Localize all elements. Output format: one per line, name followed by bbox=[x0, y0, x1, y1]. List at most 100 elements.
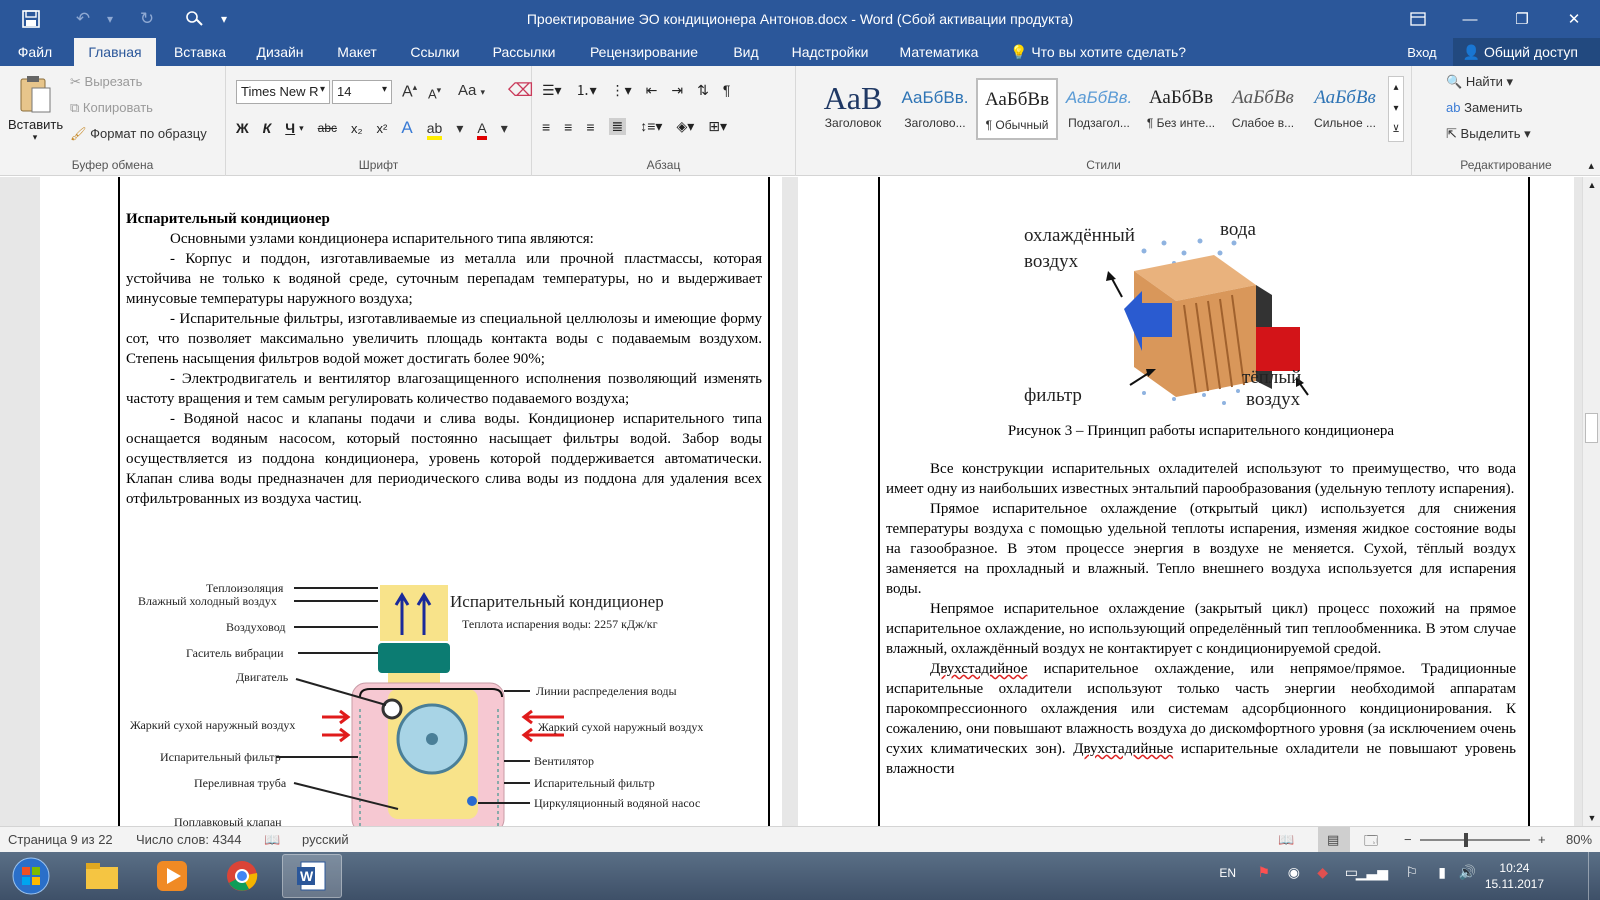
font-size-input[interactable]: 14 ▾ bbox=[332, 80, 392, 104]
scroll-up-icon[interactable]: ▲ bbox=[1583, 177, 1600, 193]
increase-indent-icon[interactable]: ⇥ bbox=[671, 82, 683, 99]
zoom-slider-thumb[interactable] bbox=[1464, 833, 1468, 847]
power-icon[interactable]: ▮ bbox=[1438, 864, 1446, 881]
replace-button[interactable]: ab Заменить bbox=[1446, 100, 1523, 115]
styles-gallery-scroll[interactable]: ▴ ▾ ⊻ bbox=[1388, 76, 1404, 142]
strikethrough-button[interactable]: abc bbox=[318, 121, 337, 135]
subscript-button[interactable]: x₂ bbox=[351, 121, 363, 136]
tab-references[interactable]: Ссылки bbox=[398, 38, 472, 66]
shading-icon[interactable]: ◈▾ bbox=[676, 118, 694, 135]
flag-icon[interactable]: ⚑ bbox=[1257, 864, 1270, 881]
tab-design[interactable]: Дизайн bbox=[244, 38, 316, 66]
print-layout-icon[interactable]: ▤ bbox=[1318, 827, 1350, 853]
underline-button[interactable]: Ч bbox=[285, 120, 295, 136]
media-player-taskbar-icon[interactable] bbox=[142, 854, 202, 898]
align-center-icon[interactable]: ≡ bbox=[564, 119, 572, 135]
web-layout-icon[interactable]: 🗔 bbox=[1364, 832, 1378, 854]
tab-layout[interactable]: Макет bbox=[322, 38, 392, 66]
show-desktop-button[interactable] bbox=[1588, 852, 1600, 900]
sort-icon[interactable]: ⇅ bbox=[697, 82, 709, 99]
bold-button[interactable]: Ж bbox=[236, 120, 249, 136]
pilcrow-icon[interactable]: ¶ bbox=[723, 82, 731, 98]
style-intense-emphasis[interactable]: АаБбВв Сильное ... bbox=[1304, 78, 1386, 140]
clock[interactable]: 10:24 15.11.2017 bbox=[1485, 860, 1544, 892]
clear-formatting-icon[interactable]: ⌫ bbox=[508, 80, 533, 101]
tell-me-box[interactable]: 💡 Что вы хотите сделать? bbox=[1010, 38, 1200, 66]
justify-icon[interactable]: ≣ bbox=[608, 118, 627, 135]
multilevel-list-icon[interactable]: ⋮▾ bbox=[611, 82, 632, 99]
tab-insert[interactable]: Вставка bbox=[162, 38, 238, 66]
text-effects-icon[interactable]: A bbox=[401, 118, 412, 138]
document-area[interactable]: Испарительный кондиционер Основными узла… bbox=[0, 177, 1600, 826]
page-counter[interactable]: Страница 9 из 22 bbox=[8, 832, 113, 847]
flag-tray-icon[interactable]: ⚐ bbox=[1405, 864, 1418, 881]
tab-view[interactable]: Вид bbox=[718, 38, 774, 66]
proofing-icon[interactable]: 📖 bbox=[264, 832, 280, 848]
bullets-icon[interactable]: ☰▾ bbox=[542, 82, 562, 99]
style-normal[interactable]: АаБбВв ¶ Обычный bbox=[976, 78, 1058, 140]
tab-mailings[interactable]: Рассылки bbox=[478, 38, 570, 66]
align-right-icon[interactable]: ≡ bbox=[586, 119, 594, 135]
zoom-level[interactable]: 80% bbox=[1566, 832, 1592, 847]
word-taskbar-icon[interactable]: W bbox=[282, 854, 342, 898]
tab-home[interactable]: Главная bbox=[74, 38, 156, 66]
style-subtitle[interactable]: АаБбВв. Подзагол... bbox=[1058, 78, 1140, 140]
superscript-button[interactable]: x² bbox=[377, 121, 388, 136]
language[interactable]: русский bbox=[302, 832, 349, 847]
zoom-out-button[interactable]: − bbox=[1404, 832, 1412, 847]
underline-dropdown-icon[interactable]: ▾ bbox=[299, 123, 304, 134]
language-indicator[interactable]: EN bbox=[1219, 866, 1236, 880]
change-case-button[interactable]: Aa ▾ bbox=[458, 82, 485, 99]
paste-dropdown-icon[interactable]: ▾ bbox=[8, 132, 62, 143]
chrome-taskbar-icon[interactable] bbox=[212, 854, 272, 898]
italic-button[interactable]: К bbox=[263, 120, 272, 136]
volume-icon[interactable]: 🔊 bbox=[1459, 864, 1476, 881]
cut-button[interactable]: ✂ Вырезать bbox=[70, 74, 142, 90]
copy-button[interactable]: ⧉ Копировать bbox=[70, 100, 153, 116]
explorer-taskbar-icon[interactable] bbox=[72, 854, 132, 898]
shrink-font-button[interactable]: A▾ bbox=[428, 85, 441, 101]
font-color-icon[interactable]: A ▾ bbox=[477, 119, 508, 140]
signal-icon[interactable]: ▁▃▅ bbox=[1356, 864, 1388, 881]
restore-button[interactable]: ❐ bbox=[1496, 0, 1548, 38]
spelling-error-word[interactable]: Двухстадийное bbox=[930, 661, 1027, 677]
ribbon-display-icon[interactable] bbox=[1392, 0, 1444, 38]
font-name-input[interactable]: Times New R ▾ bbox=[236, 80, 330, 104]
style-heading[interactable]: АаБбВв. Заголово... bbox=[894, 78, 976, 140]
share-button[interactable]: 👤 Общий доступ bbox=[1452, 38, 1600, 66]
vertical-scrollbar[interactable]: ▲ ▼ bbox=[1582, 177, 1600, 826]
tab-addins[interactable]: Надстройки bbox=[780, 38, 880, 66]
spelling-error-word[interactable]: Двухстадийные bbox=[1073, 741, 1173, 757]
find-button[interactable]: 🔍 Найти ▾ bbox=[1446, 74, 1513, 90]
numbering-icon[interactable]: ⒈▾ bbox=[576, 80, 597, 100]
select-button[interactable]: ⇱ Выделить ▾ bbox=[1446, 126, 1531, 142]
decrease-indent-icon[interactable]: ⇤ bbox=[646, 82, 658, 99]
signin-link[interactable]: Вход bbox=[1407, 45, 1436, 60]
format-painter-button[interactable]: 🖌 Формат по образцу bbox=[70, 126, 207, 142]
line-spacing-icon[interactable]: ↕≡▾ bbox=[640, 118, 662, 135]
zoom-slider[interactable] bbox=[1420, 839, 1530, 841]
tab-math[interactable]: Математика bbox=[886, 38, 992, 66]
grow-font-button[interactable]: A▴ bbox=[402, 82, 417, 101]
tab-file[interactable]: Файл bbox=[0, 38, 70, 66]
start-button[interactable] bbox=[0, 854, 62, 898]
right-page-text[interactable]: Все конструкции испарительных охладителе… bbox=[886, 459, 1516, 779]
word-count[interactable]: Число слов: 4344 bbox=[136, 832, 242, 847]
read-mode-icon[interactable]: 📖 bbox=[1278, 832, 1294, 848]
zoom-in-button[interactable]: + bbox=[1538, 832, 1546, 847]
align-left-icon[interactable]: ≡ bbox=[542, 119, 550, 135]
page-right[interactable]: охлаждённый воздух вода фильтр тёплый возд… bbox=[798, 177, 1574, 826]
style-no-spacing[interactable]: АаБбВв ¶ Без инте... bbox=[1140, 78, 1222, 140]
tab-review[interactable]: Рецензирование bbox=[576, 38, 712, 66]
close-button[interactable]: ✕ bbox=[1548, 0, 1600, 38]
left-page-text[interactable]: Испарительный кондиционер Основными узла… bbox=[126, 209, 762, 509]
page-left[interactable]: Испарительный кондиционер Основными узла… bbox=[40, 177, 782, 826]
scroll-down-icon[interactable]: ▼ bbox=[1583, 810, 1600, 826]
paste-button[interactable]: Вставить ▾ bbox=[8, 74, 63, 143]
style-title[interactable]: AaB Заголовок bbox=[812, 78, 894, 140]
borders-icon[interactable]: ⊞▾ bbox=[708, 118, 727, 135]
scroll-thumb[interactable] bbox=[1585, 413, 1598, 443]
collapse-ribbon-icon[interactable]: ▴ bbox=[1588, 159, 1594, 172]
style-subtle-emphasis[interactable]: АаБбВв Слабое в... bbox=[1222, 78, 1304, 140]
security-icon[interactable]: ◆ bbox=[1317, 864, 1328, 881]
